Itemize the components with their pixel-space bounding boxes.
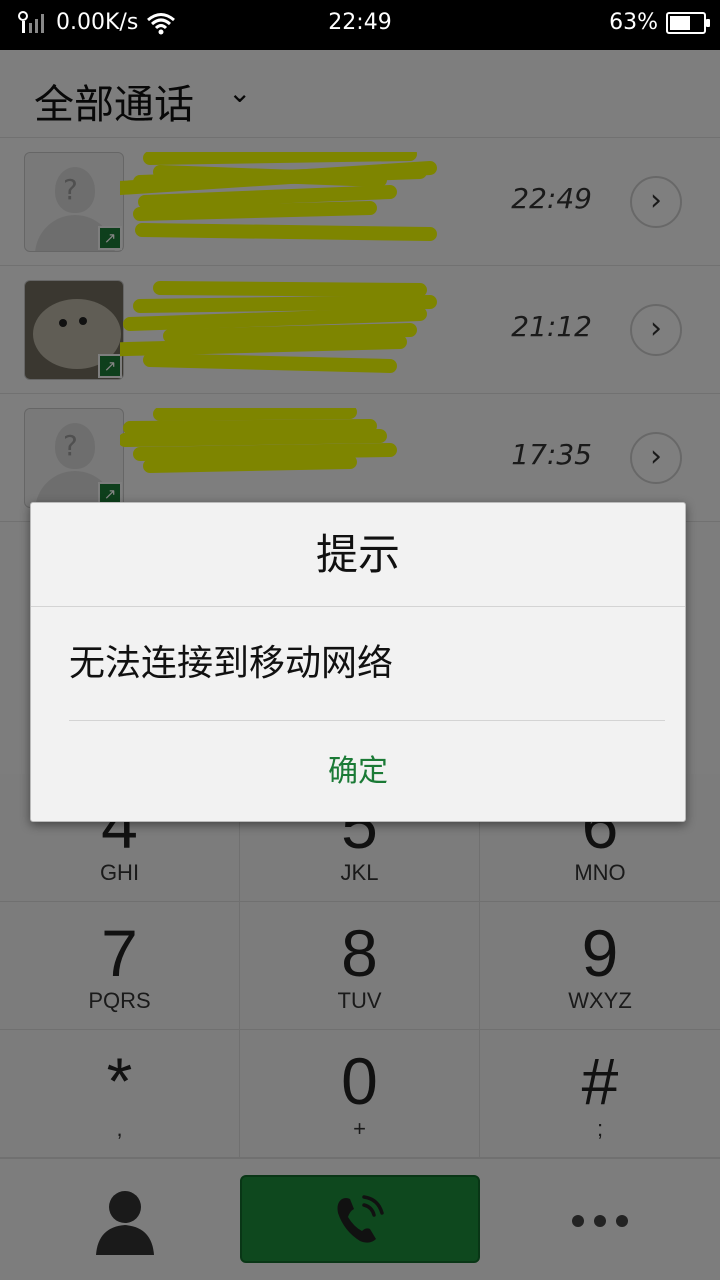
status-bar: 0.00K/s 22:49 63% xyxy=(0,0,720,50)
ok-button[interactable]: 确定 xyxy=(31,721,685,823)
battery-percent: 63% xyxy=(609,10,658,35)
dialog-message: 无法连接到移动网络 xyxy=(69,607,665,721)
battery-icon xyxy=(666,11,710,34)
dialog-title: 提示 xyxy=(31,503,685,607)
alert-dialog: 提示 无法连接到移动网络 确定 xyxy=(30,502,686,822)
